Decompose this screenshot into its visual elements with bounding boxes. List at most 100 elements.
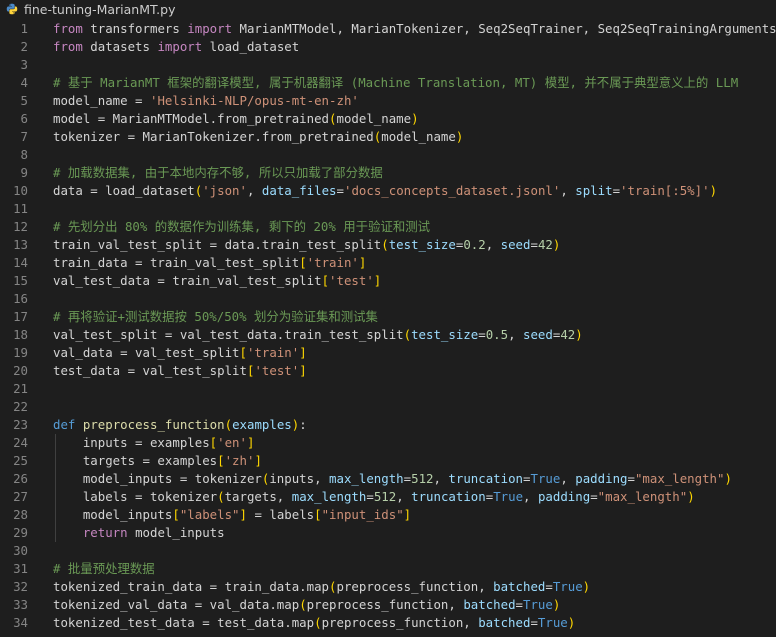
code-token: tokenizer = MarianTokenizer.from_pretrai… — [53, 129, 374, 144]
code-token: True — [537, 615, 568, 630]
code-line[interactable]: 30 — [0, 542, 776, 560]
code-token: ) — [552, 597, 561, 612]
code-line[interactable]: 24 inputs = examples['en'] — [0, 434, 776, 452]
code-line[interactable]: 4 # 基于 MarianMT 框架的翻译模型, 属于机器翻译 (Machine … — [0, 74, 776, 92]
code-token: 0.5 — [485, 327, 509, 342]
code-token: train_data = train_val_test_split — [53, 255, 300, 270]
code-text: train_val_test_split = data.train_test_s… — [53, 236, 560, 254]
code-token: test_size — [411, 327, 479, 342]
code-line[interactable]: 12 # 先划分出 80% 的数据作为训练集, 剩下的 20% 用于验证和测试 — [0, 218, 776, 236]
code-token: # 基于 MarianMT 框架的翻译模型, 属于机器翻译 (Machine T… — [53, 75, 739, 90]
code-text: # 加载数据集, 由于本地内存不够, 所以只加载了部分数据 — [53, 164, 383, 182]
code-line[interactable]: 27 labels = tokenizer(targets, max_lengt… — [0, 488, 776, 506]
code-token: data_files — [261, 183, 337, 198]
code-token: , — [433, 471, 449, 486]
code-token: batched — [493, 579, 546, 594]
code-token: True — [523, 597, 553, 612]
file-tab[interactable]: fine-tuning-MarianMT.py — [0, 0, 183, 18]
code-line[interactable]: 1 from transformers import MarianMTModel,… — [0, 20, 776, 38]
line-number: 17 — [13, 309, 28, 324]
code-token: ] — [403, 507, 412, 522]
code-token: 42 — [537, 237, 553, 252]
code-line[interactable]: 10 data = load_dataset('json', data_files… — [0, 182, 776, 200]
code-text: # 批量预处理数据 — [53, 560, 155, 578]
code-token: 'zh' — [224, 453, 255, 468]
code-token: 512 — [411, 471, 434, 486]
code-text: targets = examples['zh'] — [53, 452, 262, 470]
file-tab-label: fine-tuning-MarianMT.py — [24, 1, 176, 17]
code-token: # 先划分出 80% 的数据作为训练集, 剩下的 20% 用于验证和测试 — [53, 219, 431, 234]
code-token: ) — [582, 579, 591, 594]
code-line[interactable]: 19 val_data = val_test_split['train'] — [0, 344, 776, 362]
code-line[interactable]: 32 tokenized_train_data = train_data.map(… — [0, 578, 776, 596]
code-token: = — [590, 489, 598, 504]
code-line[interactable]: 34 tokenized_test_data = test_data.map(pr… — [0, 614, 776, 632]
code-line[interactable]: 21 — [0, 380, 776, 398]
code-line[interactable]: 14 train_data = train_val_test_split['tra… — [0, 254, 776, 272]
line-number: 19 — [13, 345, 28, 360]
code-token: True — [552, 579, 583, 594]
code-line[interactable]: 20 test_data = val_test_split['test'] — [0, 362, 776, 380]
code-token: truncation — [411, 489, 486, 504]
code-text: tokenized_train_data = train_data.map(pr… — [53, 578, 590, 596]
code-token: inputs = examples — [53, 435, 210, 450]
code-line[interactable]: 2 from datasets import load_dataset — [0, 38, 776, 56]
code-token: ( — [217, 489, 225, 504]
code-line[interactable]: 29 return model_inputs — [0, 524, 776, 542]
code-text: # 再将验证+测试数据按 50%/50% 划分为验证集和测试集 — [53, 308, 378, 326]
code-token: import — [157, 39, 203, 54]
code-line[interactable]: 33 tokenized_val_data = val_data.map(prep… — [0, 596, 776, 614]
code-token: = — [530, 237, 538, 252]
line-number: 6 — [20, 111, 28, 126]
code-text: from datasets import load_dataset — [53, 38, 299, 56]
code-line[interactable]: 9 # 加载数据集, 由于本地内存不够, 所以只加载了部分数据 — [0, 164, 776, 182]
code-token: preprocess_function, — [321, 615, 479, 630]
code-token: ] — [299, 345, 307, 360]
line-number: 25 — [13, 453, 28, 468]
code-token: train_val_test_split = data.train_test_s… — [53, 237, 382, 252]
code-token: # 批量预处理数据 — [53, 561, 155, 576]
code-token: # 加载数据集, 由于本地内存不够, 所以只加载了部分数据 — [53, 165, 383, 180]
code-token: "labels" — [179, 507, 240, 522]
code-line[interactable]: 11 — [0, 200, 776, 218]
code-token: True — [493, 489, 524, 504]
code-token: preprocess_function, — [306, 597, 464, 612]
python-file-icon — [6, 3, 18, 15]
code-text: test_data = val_test_split['test'] — [53, 362, 307, 380]
code-token: ) — [455, 129, 464, 144]
code-token: ( — [381, 237, 389, 252]
code-line[interactable]: 18 val_test_split = val_test_data.train_t… — [0, 326, 776, 344]
code-token: model_name — [381, 129, 456, 144]
code-token: ( — [224, 417, 233, 432]
code-token: split — [575, 183, 613, 198]
code-token: 512 — [373, 489, 397, 504]
code-text: train_data = train_val_test_split['train… — [53, 254, 366, 272]
code-token: import — [187, 21, 233, 36]
code-line[interactable]: 8 — [0, 146, 776, 164]
code-line[interactable]: 5 model_name = 'Helsinki-NLP/opus-mt-en-z… — [0, 92, 776, 110]
code-token: batched — [463, 597, 516, 612]
line-number: 26 — [13, 471, 28, 486]
code-token: ] — [358, 255, 367, 270]
line-number: 21 — [13, 381, 28, 396]
code-line[interactable]: 25 targets = examples['zh'] — [0, 452, 776, 470]
code-line[interactable]: 3 — [0, 56, 776, 74]
code-line[interactable]: 7 tokenizer = MarianTokenizer.from_pretra… — [0, 128, 776, 146]
code-token: , — [560, 183, 576, 198]
code-line[interactable]: 13 train_val_test_split = data.train_test… — [0, 236, 776, 254]
code-line[interactable]: 31 # 批量预处理数据 — [0, 560, 776, 578]
code-line[interactable]: 17 # 再将验证+测试数据按 50%/50% 划分为验证集和测试集 — [0, 308, 776, 326]
code-line[interactable]: 23 def preprocess_function(examples): — [0, 416, 776, 434]
code-line[interactable]: 28 model_inputs["labels"] = labels["inpu… — [0, 506, 776, 524]
code-token: targets, — [224, 489, 292, 504]
line-number: 14 — [13, 255, 28, 270]
code-line[interactable]: 26 model_inputs = tokenizer(inputs, max_… — [0, 470, 776, 488]
code-line[interactable]: 22 — [0, 398, 776, 416]
code-line[interactable]: 16 — [0, 290, 776, 308]
code-token: preprocess_function, — [336, 579, 494, 594]
code-token: = — [515, 597, 523, 612]
code-line[interactable]: 15 val_test_data = train_val_test_split['… — [0, 272, 776, 290]
code-editor[interactable]: 1 from transformers import MarianMTModel,… — [0, 20, 776, 637]
code-line[interactable]: 6 model = MarianMTModel.from_pretrained(m… — [0, 110, 776, 128]
code-token: , — [523, 489, 538, 504]
